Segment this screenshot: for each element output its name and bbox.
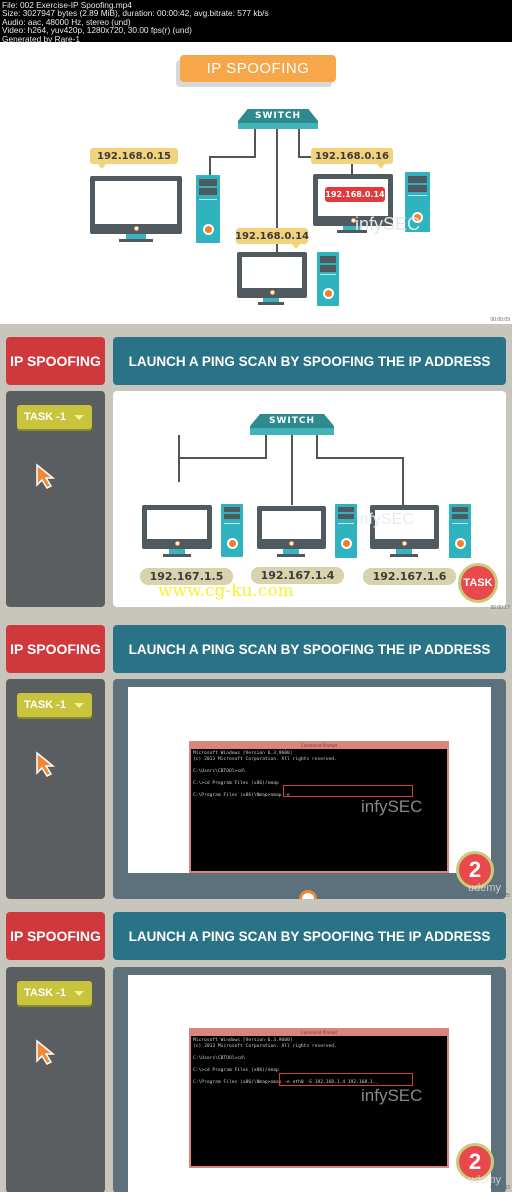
- frame-3-cmd-slide: IP SPOOFING LAUNCH A PING SCAN BY SPOOFI…: [0, 612, 512, 900]
- task-dropdown-button[interactable]: TASK -1: [17, 693, 92, 717]
- pointer-cursor-icon: [36, 751, 56, 777]
- task-badge[interactable]: TASK: [458, 563, 498, 603]
- monitor-icon: [257, 506, 326, 549]
- cmd-titlebar: Command Prompt: [191, 1030, 447, 1036]
- sidebar-panel: TASK -1: [6, 967, 105, 1192]
- command-prompt-window: Command Prompt Microsoft Windows [Versio…: [189, 1028, 449, 1168]
- cable: [351, 164, 353, 174]
- slide-header: LAUNCH A PING SCAN BY SPOOFING THE IP AD…: [113, 337, 506, 385]
- pc-tower-icon: [196, 175, 220, 243]
- ip-bubble: 192.168.0.15: [90, 148, 178, 169]
- pointer-cursor-icon: [36, 1039, 56, 1065]
- switch-label: SWITCH: [268, 416, 316, 426]
- cmd-titlebar: Command Prompt: [191, 743, 447, 749]
- monitor-base: [258, 302, 284, 305]
- ip-bubble: 192.168.0.16: [311, 148, 393, 169]
- side-title: IP SPOOFING: [6, 625, 105, 673]
- chevron-down-icon: [73, 702, 84, 708]
- switch-ports: [238, 123, 318, 129]
- pc-tower-icon: [317, 252, 339, 306]
- slide-content: Command Prompt Microsoft Windows [Versio…: [113, 967, 506, 1192]
- timestamp: 00:00:25: [490, 893, 510, 899]
- infysec-watermark: infySEC: [361, 1086, 423, 1105]
- file-info-header: File: 002 Exercise-IP Spoofing.mp4 Size:…: [0, 0, 512, 43]
- spoofed-ip-tag: 192.168.0.14: [325, 187, 385, 202]
- cable: [209, 156, 256, 158]
- sidebar-panel: TASK -1: [6, 391, 105, 607]
- cable: [402, 457, 404, 505]
- task-dropdown-button[interactable]: TASK -1: [17, 981, 92, 1005]
- monitor-base: [277, 554, 305, 557]
- monitor-base: [390, 554, 418, 557]
- timestamp: 00:00:33: [490, 1185, 510, 1191]
- pc-tower-icon: [449, 504, 471, 558]
- cable: [265, 435, 267, 458]
- sidebar-panel: TASK -1: [6, 679, 105, 899]
- monitor-base: [119, 239, 153, 242]
- slide-content: SWITCH infySEC 192.167.1.5 192.167.1.4 1…: [113, 391, 506, 607]
- side-title: IP SPOOFING: [6, 337, 105, 385]
- cable: [316, 457, 403, 459]
- slide-header: LAUNCH A PING SCAN BY SPOOFING THE IP AD…: [113, 912, 506, 960]
- task-dropdown-button[interactable]: TASK -1: [17, 405, 92, 429]
- pointer-cursor-icon: [36, 463, 56, 489]
- monitor-icon: [237, 252, 307, 298]
- chevron-down-icon: [73, 414, 84, 420]
- command-highlight-box: [283, 785, 413, 797]
- side-title: IP SPOOFING: [6, 912, 105, 960]
- diagram-title: IP SPOOFING: [180, 55, 336, 82]
- cable: [291, 435, 293, 505]
- ip-bubble: 192.168.0.14: [235, 228, 309, 249]
- infysec-watermark: infySEC: [361, 797, 423, 816]
- task-label: TASK -1: [24, 411, 66, 423]
- chevron-down-icon: [73, 990, 84, 996]
- progress-marker: [299, 890, 317, 899]
- frame-2-task-slide: IP SPOOFING LAUNCH A PING SCAN BY SPOOFI…: [0, 324, 512, 612]
- slide-header: LAUNCH A PING SCAN BY SPOOFING THE IP AD…: [113, 625, 506, 673]
- timestamp: 00:00:09: [490, 317, 510, 323]
- pc-tower-icon: [221, 504, 243, 557]
- cable: [298, 129, 300, 157]
- timestamp: 00:00:17: [490, 605, 510, 611]
- monitor-icon: [142, 505, 212, 549]
- infysec-watermark: infySEC: [355, 214, 421, 234]
- ip-label: 192.167.1.6: [363, 568, 456, 585]
- cable: [209, 156, 211, 176]
- command-prompt-window: Command Prompt Microsoft Windows [Versio…: [189, 741, 449, 873]
- pc-tower-icon: [335, 504, 357, 558]
- switch-label: SWITCH: [254, 111, 302, 121]
- cable: [178, 457, 267, 459]
- slide-content: Command Prompt Microsoft Windows [Versio…: [113, 679, 506, 899]
- cable: [316, 435, 318, 458]
- frame-4-cmd-slide: IP SPOOFING LAUNCH A PING SCAN BY SPOOFI…: [0, 900, 512, 1192]
- infysec-watermark: infySEC: [356, 511, 414, 528]
- task-label: TASK -1: [24, 699, 66, 711]
- frame-1-network-diagram: IP SPOOFING SWITCH 192.168.0.15 192.168.…: [0, 42, 512, 324]
- monitor-base: [163, 554, 191, 557]
- monitor-icon: [90, 176, 182, 234]
- command-highlight-box: [279, 1073, 413, 1086]
- task-label: TASK -1: [24, 987, 66, 999]
- cable: [254, 129, 256, 157]
- switch-ports: [250, 428, 334, 435]
- site-watermark: www.cg-ku.com: [158, 581, 294, 601]
